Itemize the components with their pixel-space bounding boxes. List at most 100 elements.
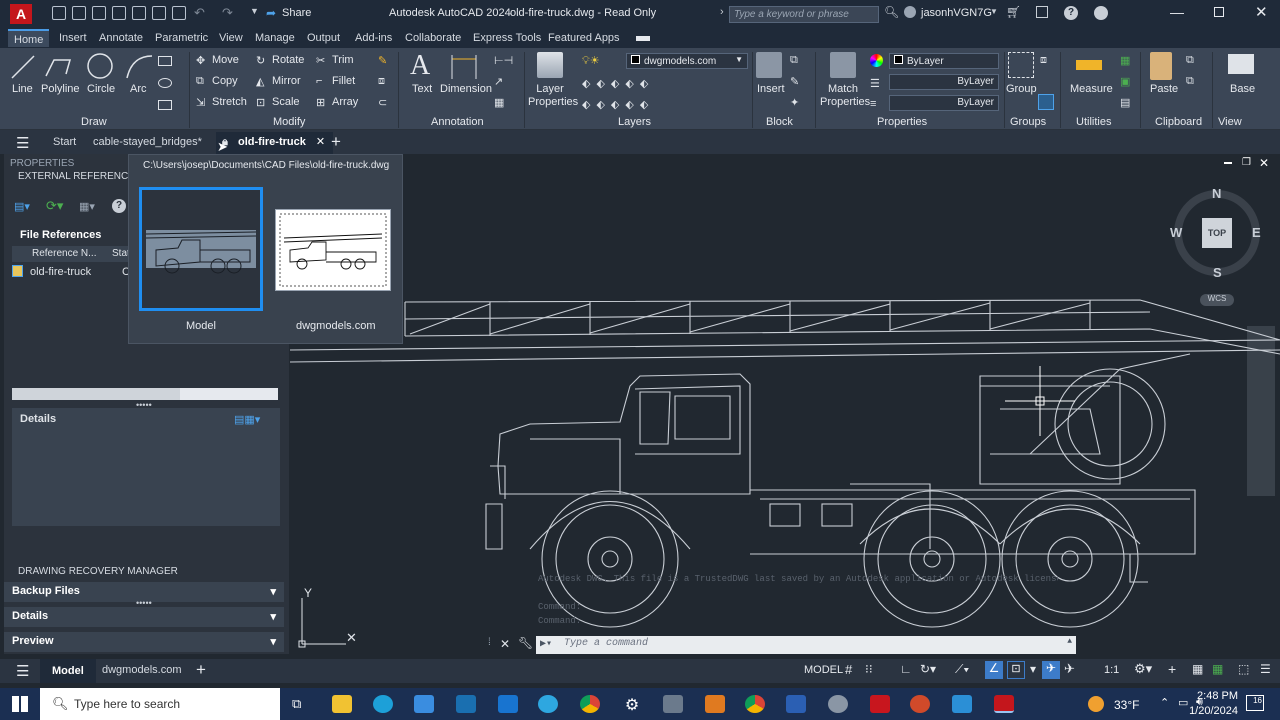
edit-attributes-icon[interactable]: ✦ bbox=[790, 96, 799, 109]
layer-tools-row2-icon[interactable]: ⬖⬖⬖⬖⬖ bbox=[582, 98, 654, 111]
command-close-icon[interactable]: ✕ bbox=[500, 637, 510, 651]
move-button[interactable]: ✥ Move bbox=[196, 54, 239, 67]
stretch-button[interactable]: ⇲ Stretch bbox=[196, 96, 247, 109]
scroll-thumb[interactable] bbox=[12, 388, 180, 400]
object-snap-icon[interactable]: ⊡ bbox=[1007, 661, 1025, 679]
tab-manage[interactable]: Manage bbox=[255, 32, 295, 44]
maximize-icon[interactable] bbox=[1214, 7, 1224, 17]
tab-collaborate[interactable]: Collaborate bbox=[405, 32, 461, 44]
layout-preview-thumbnail[interactable] bbox=[275, 209, 391, 291]
mirror-button[interactable]: ◭ Mirror bbox=[256, 75, 301, 88]
search-icon[interactable]: 🔍︎ bbox=[884, 5, 899, 19]
attach-dwg-icon[interactable]: ▤▾ bbox=[14, 200, 30, 213]
redo-icon[interactable]: ↷ bbox=[222, 5, 233, 21]
minimize-icon[interactable]: — bbox=[1170, 4, 1184, 20]
edit-block-icon[interactable]: ✎ bbox=[790, 75, 799, 88]
horizontal-scrollbar[interactable] bbox=[12, 388, 278, 400]
col-reference-name[interactable]: Reference N... bbox=[32, 248, 96, 259]
task-view-icon[interactable]: ⧉ bbox=[292, 696, 301, 712]
command-customize-icon[interactable]: 🔧︎ bbox=[518, 636, 533, 650]
polyline-button[interactable]: Polyline bbox=[41, 83, 80, 95]
file-explorer-icon[interactable] bbox=[332, 695, 352, 713]
line-button[interactable]: Line bbox=[12, 83, 33, 95]
autocad-web-icon[interactable] bbox=[1094, 6, 1108, 20]
workspace-gear-icon[interactable]: ⚙▾ bbox=[1134, 661, 1152, 677]
object-snap-tracking-icon[interactable]: ∠ bbox=[985, 661, 1003, 679]
tab-addins[interactable]: Add-ins bbox=[355, 32, 392, 44]
linear-dim-icon[interactable]: ⊢⊣ bbox=[494, 54, 513, 67]
array-button[interactable]: ⊞ Array bbox=[316, 96, 358, 109]
edge-icon[interactable] bbox=[373, 695, 393, 713]
tab-featured-apps[interactable]: Featured Apps bbox=[548, 32, 620, 44]
insert-block-icon[interactable] bbox=[756, 52, 782, 78]
change-path-icon[interactable]: ▦▾ bbox=[79, 200, 95, 213]
base-button[interactable]: Base bbox=[1230, 83, 1255, 95]
model-space-button[interactable]: MODEL bbox=[804, 664, 843, 676]
exchange-icon[interactable] bbox=[1036, 6, 1048, 18]
autocad-taskbar-icon[interactable] bbox=[994, 695, 1014, 713]
color-wheel-icon[interactable] bbox=[870, 54, 883, 67]
line-icon[interactable] bbox=[10, 52, 36, 82]
screen-capture-icon[interactable] bbox=[828, 695, 848, 713]
clipboard-panel-title[interactable]: Clipboard bbox=[1155, 116, 1202, 128]
tab-output[interactable]: Output bbox=[307, 32, 340, 44]
text-icon[interactable]: A bbox=[410, 50, 430, 82]
save-as-icon[interactable] bbox=[112, 6, 126, 20]
rotate-button[interactable]: ↻ Rotate bbox=[256, 54, 304, 67]
isodraft-icon[interactable]: ⟋▾ bbox=[955, 662, 969, 677]
explode-icon[interactable]: ⧈ bbox=[378, 75, 385, 88]
clock-time[interactable]: 2:48 PM bbox=[1190, 690, 1238, 702]
layers-panel-title[interactable]: Layers bbox=[618, 116, 651, 128]
fillet-button[interactable]: ⌐ Fillet bbox=[316, 75, 355, 87]
xref-help-icon[interactable]: ? bbox=[112, 199, 126, 213]
hatch-icon[interactable] bbox=[158, 78, 172, 88]
tab-start[interactable]: Start bbox=[53, 136, 76, 148]
grid-icon[interactable]: # bbox=[845, 662, 852, 677]
autocad-logo[interactable]: A bbox=[10, 4, 32, 24]
layer-state-icons[interactable]: 💡︎☀ bbox=[582, 54, 600, 68]
cut-icon[interactable]: ⧉ bbox=[1186, 54, 1194, 67]
new-file-icon[interactable] bbox=[52, 6, 66, 20]
outlook-mail-icon[interactable] bbox=[705, 695, 725, 713]
gradient-icon[interactable] bbox=[158, 100, 172, 110]
quick-properties-icon[interactable]: ▦ bbox=[1212, 662, 1223, 676]
tab-close-icon[interactable]: ✕ bbox=[316, 136, 325, 148]
acrobat-icon[interactable] bbox=[870, 695, 890, 713]
scale-button[interactable]: ⊡ Scale bbox=[256, 96, 300, 109]
rectangle-icon[interactable] bbox=[158, 56, 172, 66]
match-properties-icon[interactable] bbox=[830, 52, 856, 78]
tab-express-tools[interactable]: Express Tools bbox=[473, 32, 541, 44]
drawing-canvas[interactable]: ❐ ✕ TOP N S E W WCS Y ✕ Autodesk DWG. Th… bbox=[290, 154, 1280, 659]
word-icon[interactable] bbox=[786, 695, 806, 713]
paste-icon[interactable] bbox=[1150, 52, 1172, 80]
arc-icon[interactable] bbox=[124, 52, 154, 82]
polar-icon[interactable]: ↻▾ bbox=[920, 662, 936, 676]
lineweight-dropdown[interactable]: ByLayer bbox=[889, 95, 999, 111]
close-icon[interactable]: ✕ bbox=[1255, 3, 1268, 21]
tab-home[interactable]: Home bbox=[8, 29, 50, 47]
tab-parametric[interactable]: Parametric bbox=[155, 32, 208, 44]
user-name[interactable]: jasonhVGN7G bbox=[921, 7, 992, 19]
preview-row[interactable]: Preview ▾ bbox=[4, 632, 284, 652]
add-layout-icon[interactable]: + bbox=[196, 660, 206, 680]
notification-icon[interactable]: 16 bbox=[1246, 695, 1264, 711]
utilities-panel-title[interactable]: Utilities bbox=[1076, 116, 1111, 128]
create-block-icon[interactable]: ⧉ bbox=[790, 54, 798, 67]
view-panel-title[interactable]: View bbox=[1218, 116, 1242, 128]
undo-icon[interactable]: ↶ bbox=[194, 5, 205, 21]
dimension-button[interactable]: Dimension bbox=[440, 83, 492, 95]
annotation-scale[interactable]: 1:1 bbox=[1104, 664, 1119, 676]
id-point-icon[interactable]: ▤ bbox=[1120, 96, 1130, 109]
group-button[interactable]: Group bbox=[1006, 83, 1037, 95]
tab-insert[interactable]: Insert bbox=[59, 32, 87, 44]
copy-clip-icon[interactable]: ⧉ bbox=[1186, 75, 1194, 88]
chevron-right-icon[interactable]: › bbox=[720, 6, 724, 18]
insert-button[interactable]: Insert bbox=[757, 83, 785, 95]
match-properties-button[interactable]: Match Properties bbox=[820, 83, 870, 109]
units-icon[interactable]: ▦ bbox=[1192, 662, 1203, 676]
model-layout-tab[interactable]: Model bbox=[40, 659, 96, 683]
share-icon[interactable]: ➦ bbox=[266, 6, 276, 20]
open-file-icon[interactable] bbox=[72, 6, 86, 20]
arc-button[interactable]: Arc bbox=[130, 83, 147, 95]
windows-start-icon[interactable] bbox=[12, 696, 28, 712]
